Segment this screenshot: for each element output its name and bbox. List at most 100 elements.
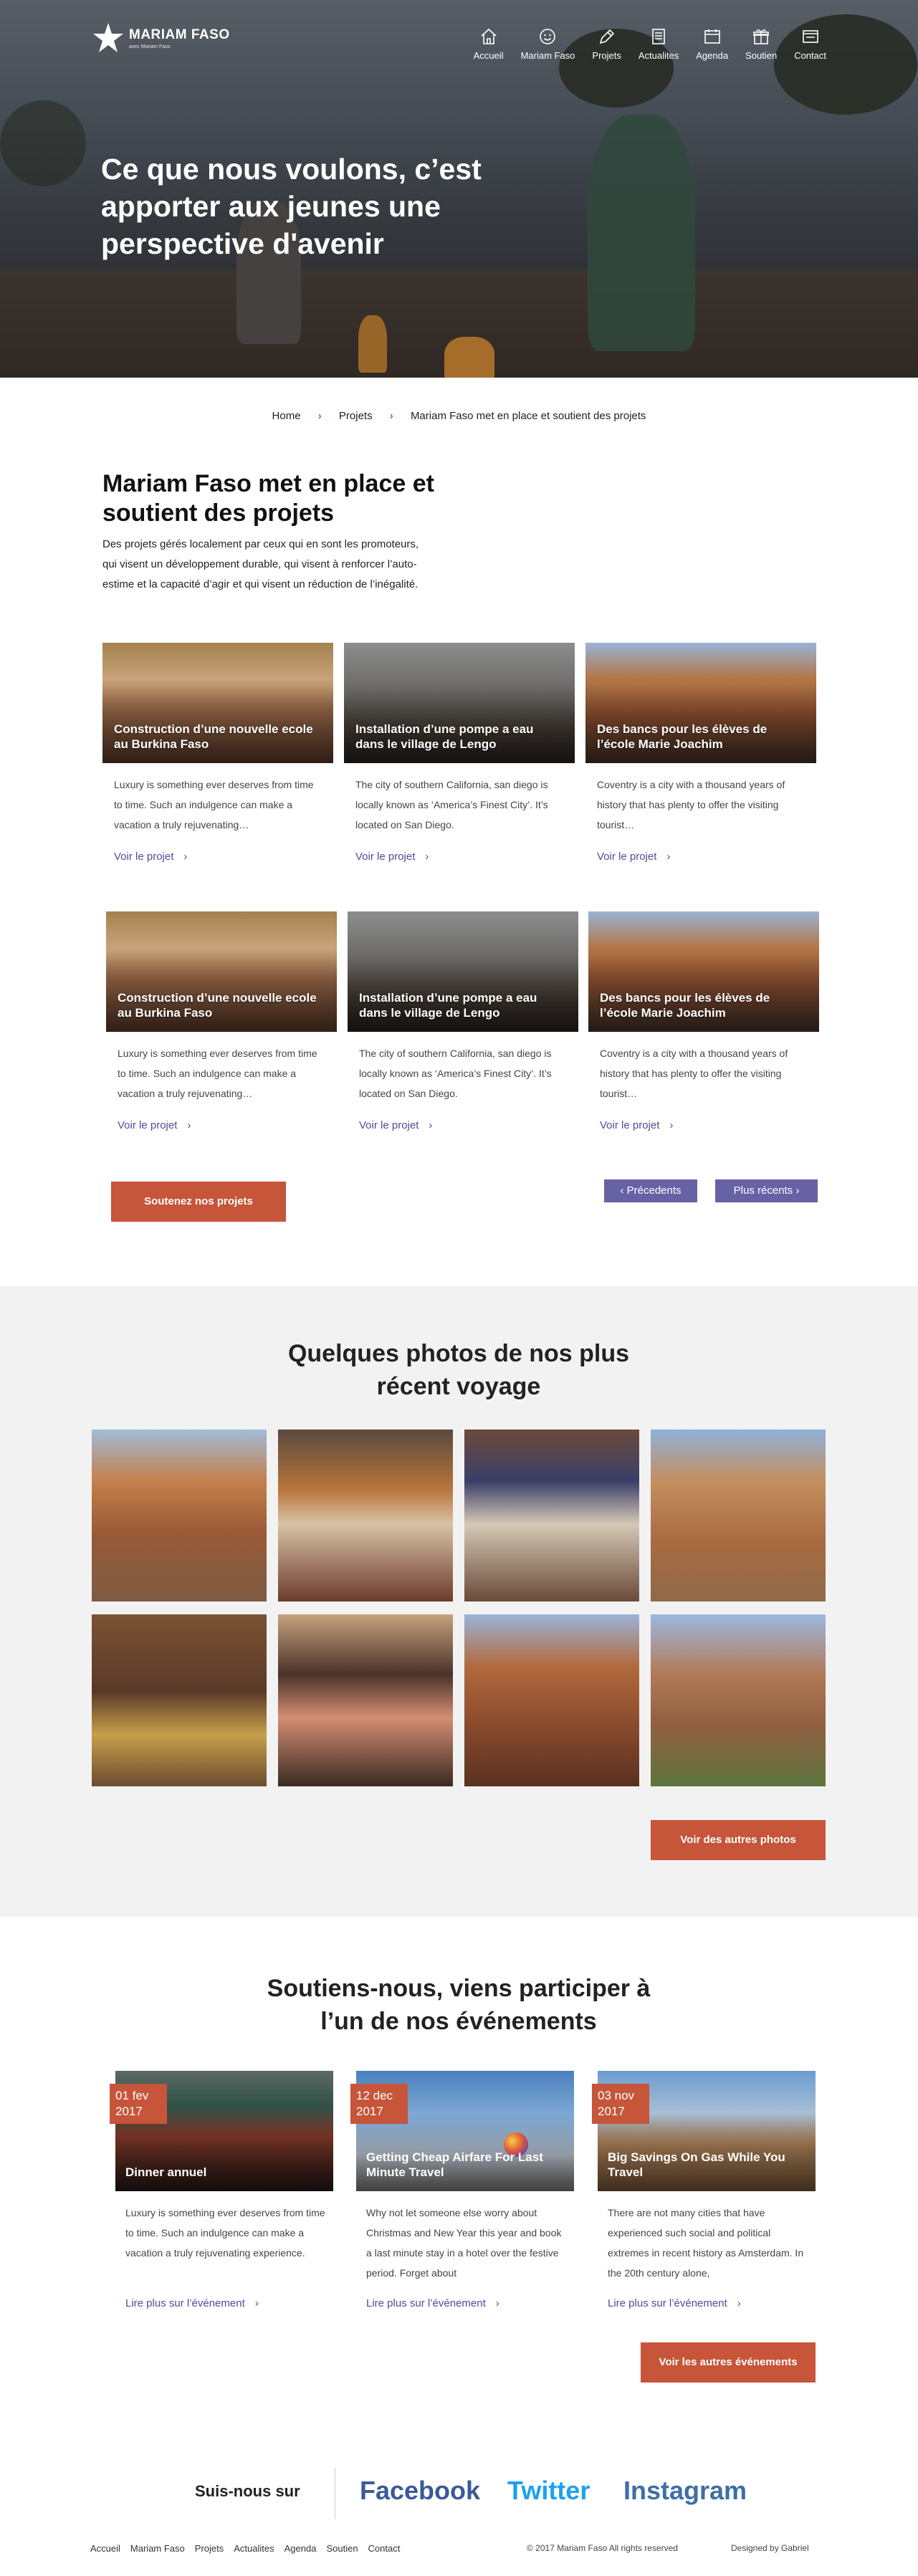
- event-link[interactable]: Lire plus sur l’événement ›: [608, 2297, 741, 2309]
- project-card[interactable]: Installation d’une pompe a eau dans le v…: [348, 911, 578, 1131]
- project-link[interactable]: Voir le projet ›: [118, 1119, 191, 1131]
- event-card[interactable]: 12 dec 2017 Getting Cheap Airfare For Las…: [350, 2071, 574, 2309]
- facebook-link[interactable]: Facebook: [360, 2476, 480, 2506]
- nav-accueil[interactable]: Accueil: [474, 27, 504, 61]
- next-page-button[interactable]: Plus récents ›: [715, 1179, 818, 1202]
- footer-link-contact[interactable]: Contact: [368, 2543, 401, 2554]
- project-title: Des bancs pour les élèves de l’école Mar…: [597, 722, 768, 751]
- project-link[interactable]: Voir le projet ›: [355, 851, 429, 863]
- event-year: 2017: [356, 2105, 383, 2118]
- previous-page-button[interactable]: ‹ Précedents: [604, 1179, 697, 1202]
- event-day: 03 nov: [598, 2089, 635, 2102]
- calendar-icon: [704, 29, 720, 44]
- project-card[interactable]: Construction d’une nouvelle ecole au Bur…: [102, 643, 333, 863]
- nav-label: Contact: [794, 50, 826, 61]
- event-description: There are not many cities that have expe…: [608, 2207, 804, 2279]
- footer-link-mariam-faso[interactable]: Mariam Faso: [130, 2543, 185, 2554]
- project-link[interactable]: Voir le projet ›: [600, 1119, 673, 1131]
- gallery-photo[interactable]: [278, 1430, 453, 1601]
- intro-text: Des projets gérés localement par ceux qu…: [102, 538, 419, 590]
- event-day: 12 dec: [356, 2089, 393, 2102]
- main-nav: Accueil Mariam Faso Projets Actualites A…: [474, 27, 826, 61]
- nav-mariam-faso[interactable]: Mariam Faso: [521, 27, 575, 61]
- photos-title: Quelques photos de nos plus récent voyag…: [287, 1340, 630, 1400]
- nav-projets[interactable]: Projets: [592, 27, 621, 61]
- project-title: Construction d’une nouvelle ecole au Bur…: [114, 722, 313, 751]
- event-description: Luxury is something ever deserves from t…: [125, 2207, 325, 2259]
- chevron-right-icon: ›: [187, 1119, 191, 1131]
- project-title: Installation d’une pompe a eau dans le v…: [355, 722, 534, 751]
- twitter-link[interactable]: Twitter: [507, 2476, 590, 2506]
- brand-name: MARIAM FASO: [129, 27, 230, 42]
- event-date-badge: 03 nov 2017: [592, 2084, 649, 2124]
- project-description: Luxury is something ever deserves from t…: [114, 779, 314, 830]
- footer-link-soutien[interactable]: Soutien: [326, 2543, 358, 2554]
- project-image: Installation d’une pompe a eau dans le v…: [344, 643, 575, 763]
- gallery-photo[interactable]: [464, 1614, 639, 1786]
- star-logo-icon: [93, 23, 123, 52]
- event-title: Big Savings On Gas While You Travel: [608, 2150, 785, 2179]
- gallery-photo[interactable]: [92, 1430, 267, 1601]
- event-link-label: Lire plus sur l’événement: [366, 2297, 486, 2309]
- project-link-label: Voir le projet: [114, 851, 174, 863]
- event-date-badge: 01 fev 2017: [110, 2084, 167, 2124]
- nav-actualites[interactable]: Actualites: [639, 27, 679, 61]
- home-icon: [481, 28, 497, 44]
- gift-icon: [753, 29, 769, 44]
- breadcrumb-home[interactable]: Home: [272, 410, 301, 422]
- hero-title: Ce que nous voulons, c’est apporter aux …: [101, 153, 482, 260]
- instagram-link[interactable]: Instagram: [623, 2476, 747, 2506]
- site-logo[interactable]: MARIAM FASO avec Mariam Faso: [92, 21, 230, 54]
- project-image: Construction d’une nouvelle ecole au Bur…: [102, 643, 333, 763]
- project-card[interactable]: Des bancs pour les élèves de l’école Mar…: [585, 643, 816, 863]
- project-description: Coventry is a city with a thousand years…: [600, 1048, 788, 1099]
- event-description: Why not let someone else worry about Chr…: [366, 2207, 562, 2279]
- event-day: 01 fev: [115, 2089, 149, 2102]
- event-card[interactable]: 03 nov 2017 Big Savings On Gas While You …: [592, 2071, 816, 2309]
- previous-label: Précedents: [626, 1184, 682, 1197]
- footer-link-accueil[interactable]: Accueil: [90, 2543, 120, 2554]
- designer-credit: Designed by Gabriel: [731, 2543, 809, 2553]
- brand-tagline: avec Mariam Faso: [129, 44, 171, 49]
- project-link[interactable]: Voir le projet ›: [359, 1119, 432, 1131]
- support-projects-button[interactable]: Soutenez nos projets: [111, 1182, 286, 1222]
- project-title: Des bancs pour les élèves de l’école Mar…: [600, 991, 770, 1020]
- event-title: Getting Cheap Airfare For Last Minute Tr…: [366, 2150, 543, 2179]
- more-events-button[interactable]: Voir les autres événements: [641, 2342, 816, 2383]
- event-year: 2017: [598, 2105, 625, 2118]
- nav-soutien[interactable]: Soutien: [745, 27, 777, 61]
- gallery-photo[interactable]: [278, 1614, 453, 1786]
- project-description: The city of southern California, san die…: [359, 1048, 552, 1099]
- footer-link-actualites[interactable]: Actualites: [234, 2543, 274, 2554]
- event-date-badge: 12 dec 2017: [350, 2084, 408, 2124]
- event-link[interactable]: Lire plus sur l’événement ›: [125, 2297, 259, 2309]
- project-link[interactable]: Voir le projet ›: [597, 851, 670, 863]
- project-card[interactable]: Construction d’une nouvelle ecole au Bur…: [106, 911, 337, 1131]
- project-image: Des bancs pour les élèves de l’école Mar…: [585, 643, 816, 763]
- chevron-right-icon: ›: [317, 410, 322, 422]
- gallery-photo[interactable]: [651, 1430, 826, 1601]
- footer-nav: Accueil Mariam Faso Projets Actualites A…: [90, 2543, 400, 2554]
- project-card[interactable]: Installation d’une pompe a eau dans le v…: [344, 643, 575, 863]
- smile-icon: [540, 29, 556, 44]
- chevron-right-icon: ›: [495, 2297, 499, 2309]
- gallery-photo[interactable]: [464, 1430, 639, 1601]
- more-photos-button[interactable]: Voir des autres photos: [651, 1820, 826, 1860]
- footer-link-agenda[interactable]: Agenda: [285, 2543, 317, 2554]
- project-link[interactable]: Voir le projet ›: [114, 851, 187, 863]
- gallery-photo[interactable]: [92, 1614, 267, 1786]
- nav-contact[interactable]: Contact: [794, 27, 826, 61]
- event-link[interactable]: Lire plus sur l’événement ›: [366, 2297, 499, 2309]
- copyright-text: © 2017 Mariam Faso All rights reserved: [527, 2543, 678, 2553]
- breadcrumb-current: Mariam Faso met en place et soutient des…: [410, 410, 646, 422]
- gallery-photo[interactable]: [651, 1614, 826, 1786]
- chevron-right-icon: ›: [425, 851, 429, 863]
- event-card[interactable]: 01 fev 2017 Dinner annuel Luxury is somet…: [110, 2071, 333, 2309]
- footer-link-projets[interactable]: Projets: [195, 2543, 224, 2554]
- project-card[interactable]: Des bancs pour les élèves de l’école Mar…: [588, 911, 819, 1131]
- chevron-right-icon: ›: [669, 1119, 674, 1131]
- project-image: Construction d’une nouvelle ecole au Bur…: [106, 911, 337, 1032]
- nav-agenda[interactable]: Agenda: [696, 27, 728, 61]
- breadcrumb-projects[interactable]: Projets: [339, 410, 373, 422]
- chevron-right-icon: ›: [389, 410, 393, 422]
